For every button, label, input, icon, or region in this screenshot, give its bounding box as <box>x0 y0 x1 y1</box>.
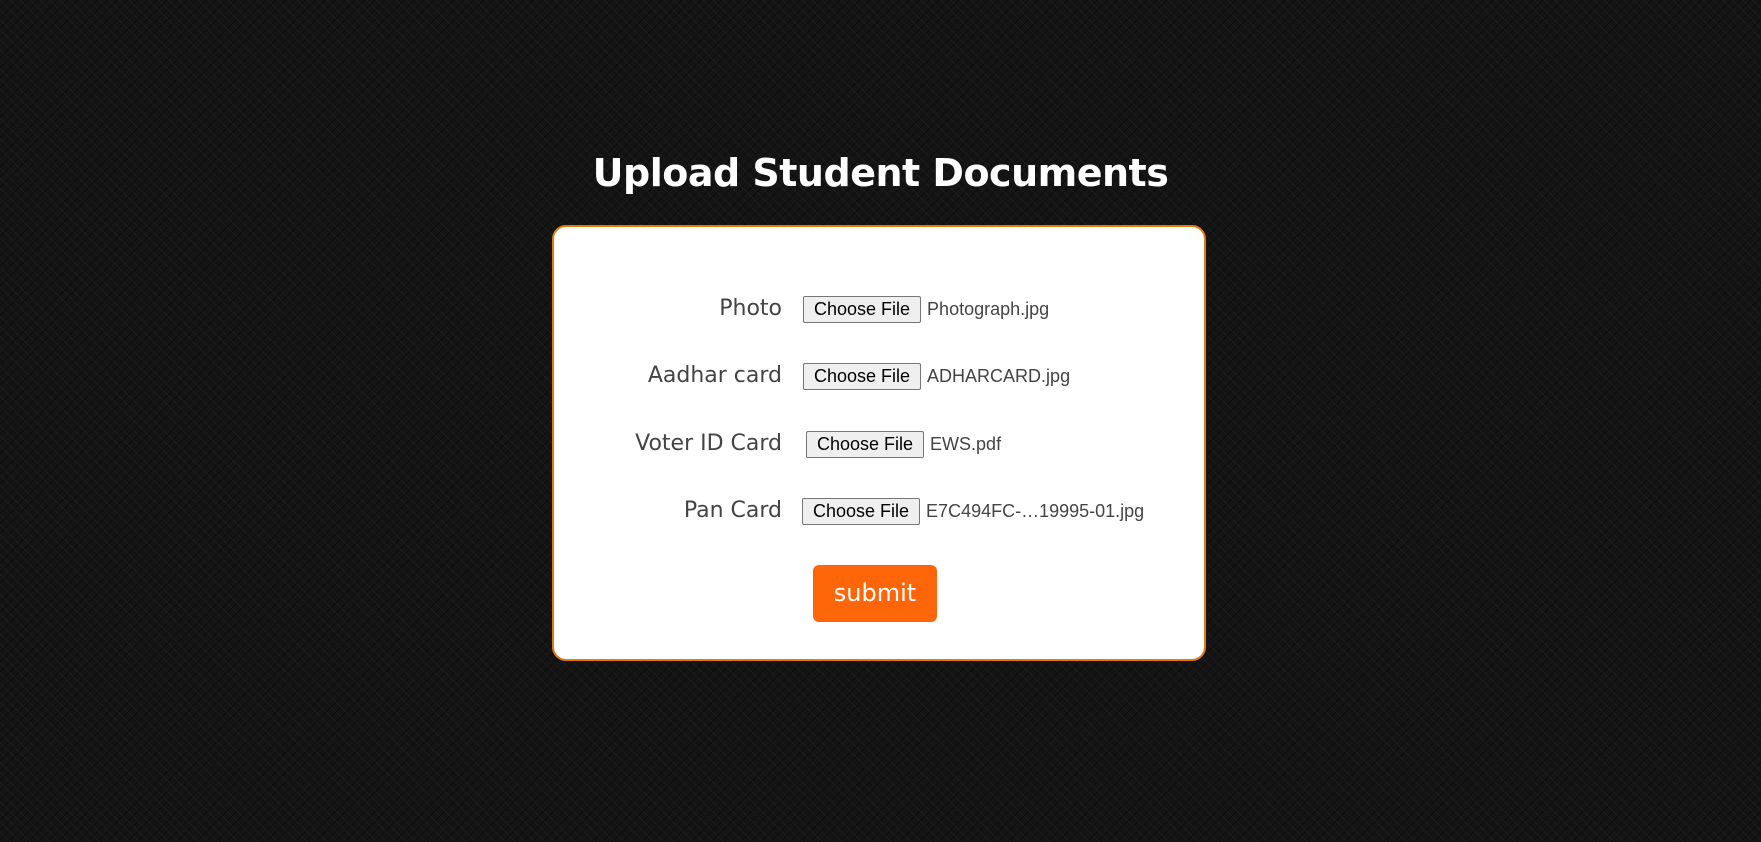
aadhar-card-file-name: ADHARCARD.jpg <box>927 365 1071 386</box>
voter-id-card-label: Voter ID Card <box>635 431 782 456</box>
page-title: Upload Student Documents <box>592 151 1169 195</box>
field-row-voter-id-card: Voter ID Card Choose File EWS.pdf <box>554 429 1204 459</box>
aadhar-card-choose-file-button[interactable]: Choose File <box>803 362 922 390</box>
pan-card-file-input[interactable]: Choose File E7C494FC-…19995-01.jpg <box>802 496 1144 526</box>
photo-file-name: Photograph.jpg <box>927 298 1050 319</box>
voter-id-card-file-input[interactable]: Choose File EWS.pdf <box>806 429 1001 459</box>
aadhar-card-file-input[interactable]: Choose File ADHARCARD.jpg <box>803 361 1070 391</box>
aadhar-card-label: Aadhar card <box>647 363 782 388</box>
submit-button[interactable]: submit <box>813 565 937 622</box>
photo-choose-file-button[interactable]: Choose File <box>803 295 922 323</box>
pan-card-label: Pan Card <box>683 498 782 523</box>
field-row-aadhar-card: Aadhar card Choose File ADHARCARD.jpg <box>554 361 1204 391</box>
field-row-pan-card: Pan Card Choose File E7C494FC-…19995-01.… <box>554 496 1204 526</box>
voter-id-card-file-name: EWS.pdf <box>930 433 1002 454</box>
voter-id-card-choose-file-button[interactable]: Choose File <box>806 430 925 458</box>
pan-card-file-name: E7C494FC-…19995-01.jpg <box>926 500 1145 521</box>
field-row-photo: Photo Choose File Photograph.jpg <box>554 294 1204 324</box>
pan-card-choose-file-button[interactable]: Choose File <box>802 497 921 525</box>
upload-form: Photo Choose File Photograph.jpg Aadhar … <box>552 225 1206 661</box>
photo-label: Photo <box>719 296 782 321</box>
photo-file-input[interactable]: Choose File Photograph.jpg <box>803 294 1049 324</box>
